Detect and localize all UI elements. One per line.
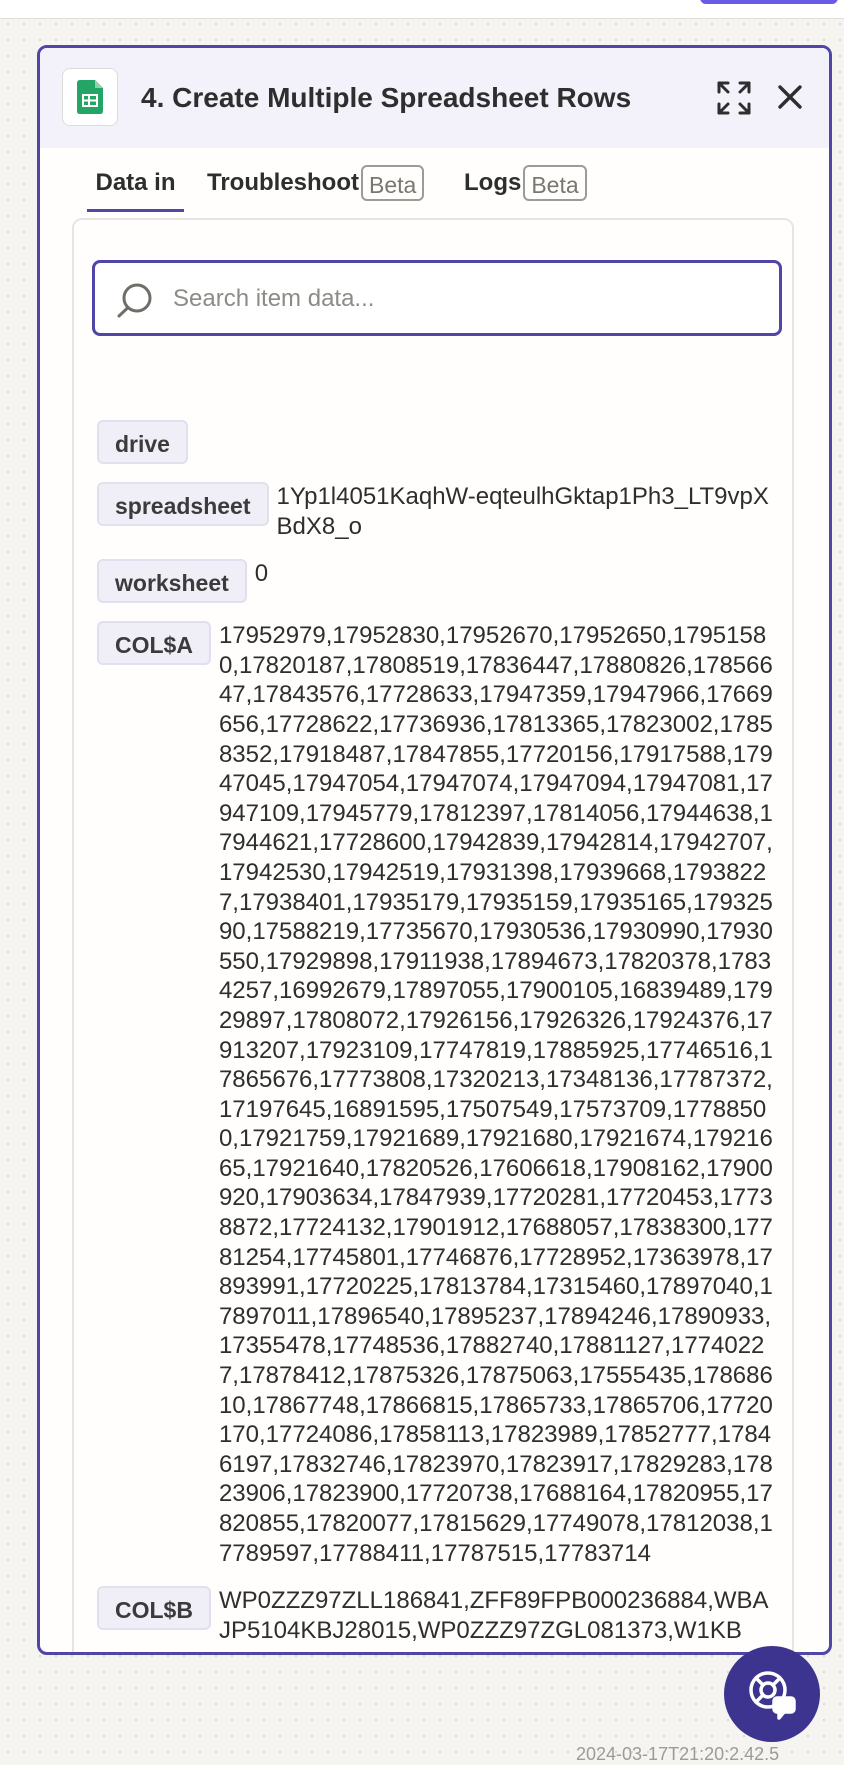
tab-bar: Data in Troubleshoot Beta Logs Beta [40, 148, 829, 218]
top-bar [0, 0, 844, 19]
tab-logs[interactable]: Logs Beta [464, 148, 587, 218]
data-in-card: drive spreadsheet 1Yp1l4051KaqhW-eqteulh… [72, 218, 794, 1652]
close-icon[interactable] [774, 81, 806, 113]
panel-title: 4. Create Multiple Spreadsheet Rows [141, 82, 632, 113]
field-key: drive [97, 420, 188, 464]
tab-label: Data in [95, 169, 176, 196]
help-chat-icon [749, 1671, 796, 1720]
tab-troubleshoot[interactable]: Troubleshoot Beta [207, 148, 425, 218]
search-box[interactable] [92, 260, 782, 336]
beta-badge: Beta [361, 165, 425, 201]
field-key: spreadsheet [97, 482, 269, 526]
field-row-drive: drive [97, 420, 777, 464]
search-icon [117, 283, 152, 318]
field-list: drive spreadsheet 1Yp1l4051KaqhW-eqteulh… [97, 420, 777, 1652]
field-key: worksheet [97, 559, 247, 604]
step-detail-panel: 4. Create Multiple Spreadsheet Rows Data… [37, 45, 832, 1655]
field-row-worksheet: worksheet 0 [97, 559, 777, 604]
search-input[interactable] [171, 263, 765, 335]
top-action-button[interactable] [700, 0, 838, 4]
tab-label: Troubleshoot [207, 169, 359, 196]
panel-header: 4. Create Multiple Spreadsheet Rows [40, 48, 829, 148]
field-value: 0 [254, 560, 269, 588]
tab-data-in[interactable]: Data in [87, 148, 184, 218]
timestamp: 2024-03-17T21:20:2.42.5 [576, 1744, 780, 1764]
expand-icon[interactable] [716, 80, 752, 116]
field-row-spreadsheet: spreadsheet 1Yp1l4051KaqhW-eqteulhGktap1… [97, 482, 777, 541]
field-row-col-b: COL$B WP0ZZZ97ZLL186841,ZFF89FPB00023688… [97, 1586, 777, 1645]
field-row-col-a: COL$A 17952979,17952830,17952670,1795265… [97, 621, 777, 1568]
field-key: COL$B [97, 1586, 211, 1631]
beta-badge: Beta [523, 165, 587, 201]
field-key: COL$A [97, 621, 211, 666]
field-value: 17952979,17952830,17952670,17952650,1795… [218, 622, 773, 1567]
field-value: WP0ZZZ97ZLL186841,ZFF89FPB000236884,WBAJ… [218, 1587, 769, 1644]
help-chat-button[interactable] [724, 1646, 820, 1742]
field-value: 1Yp1l4051KaqhW-eqteulhGktap1Ph3_LT9vpXBd… [276, 483, 769, 540]
google-sheets-icon [62, 68, 118, 126]
tab-label: Logs [464, 169, 522, 196]
